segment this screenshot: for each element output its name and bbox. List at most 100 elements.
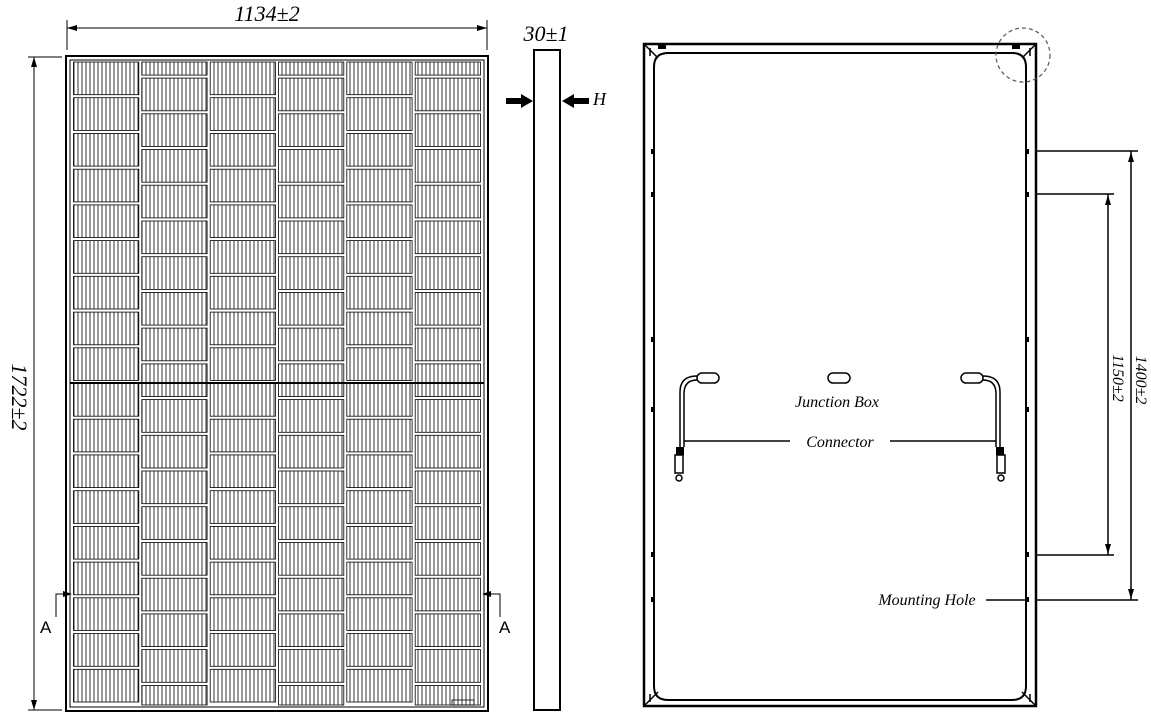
solar-cell — [209, 633, 276, 667]
solar-cell — [278, 506, 345, 540]
junction-box-left — [696, 372, 720, 384]
solar-cell — [73, 633, 140, 667]
solar-cell — [141, 613, 208, 648]
solar-cell — [209, 597, 276, 631]
detail-circle — [995, 27, 1051, 83]
hole-left-4 — [651, 407, 654, 412]
solar-cell — [414, 434, 481, 469]
junction-box-right — [960, 372, 984, 384]
hole-left-2 — [651, 192, 654, 197]
hole-right-2 — [1026, 192, 1029, 197]
hole-left-3 — [651, 337, 654, 342]
front-view: 1134±2 1722±2 A A — [7, 1, 511, 712]
solar-cell — [346, 97, 413, 131]
solar-cell — [209, 526, 276, 560]
solar-cell — [414, 363, 481, 397]
solar-cell — [346, 561, 413, 596]
solar-cell — [73, 275, 140, 310]
solar-cell — [73, 311, 140, 346]
junction-box-center — [827, 372, 851, 384]
side-profile — [533, 49, 561, 711]
solar-cell — [346, 597, 413, 631]
solar-cell — [278, 256, 345, 290]
solar-cell — [278, 613, 345, 648]
solar-cell — [346, 418, 413, 453]
solar-cell — [73, 132, 140, 167]
solar-cell — [414, 542, 481, 576]
solar-cell — [346, 240, 413, 274]
section-marker-left: A — [40, 591, 72, 637]
panel-drawing: 1134±2 1722±2 A A 30±1 H Junction Box Co… — [7, 1, 1149, 712]
solar-cell — [346, 311, 413, 346]
solar-cell — [141, 113, 208, 147]
solar-cell — [141, 363, 208, 397]
hole-left-1 — [651, 149, 654, 154]
solar-cell — [209, 311, 276, 346]
solar-cell — [209, 61, 276, 96]
solar-cell — [346, 204, 413, 238]
solar-cell — [414, 61, 481, 76]
corner-brackets — [643, 43, 1037, 707]
solar-cell — [209, 168, 276, 203]
height-dimension-label: 1722±2 — [7, 363, 32, 430]
section-label-right: A — [499, 618, 511, 637]
solar-cell — [141, 220, 208, 255]
solar-cell — [209, 383, 276, 417]
solar-cell — [414, 399, 481, 433]
solar-cell — [346, 61, 413, 96]
solar-cell — [73, 597, 140, 631]
solar-cell — [209, 454, 276, 488]
solar-cell — [141, 542, 208, 576]
thickness-dimension-label: 30±1 — [522, 21, 568, 46]
hole-right-3 — [1026, 337, 1029, 342]
solar-cell — [346, 383, 413, 417]
solar-cell — [209, 347, 276, 381]
solar-cell — [414, 256, 481, 290]
solar-cell — [141, 685, 208, 706]
section-label-left: A — [40, 618, 52, 637]
solar-cell — [414, 149, 481, 183]
solar-cell — [73, 490, 140, 524]
solar-cell — [73, 61, 140, 96]
solar-cell — [346, 526, 413, 560]
solar-cell — [278, 685, 345, 706]
width-dimension: 1134±2 — [66, 1, 488, 50]
solar-cell — [73, 668, 140, 703]
solar-cell — [346, 668, 413, 703]
mounting-hole-label: Mounting Hole — [877, 592, 975, 609]
solar-cell — [278, 220, 345, 255]
solar-cell — [414, 327, 481, 362]
solar-cell — [73, 168, 140, 203]
thickness-arrow-left — [506, 94, 533, 108]
side-view: 30±1 H — [506, 21, 607, 711]
solar-cell — [141, 649, 208, 683]
solar-cell — [414, 506, 481, 540]
solar-cell — [209, 240, 276, 274]
hole-left-5 — [651, 552, 654, 557]
solar-cell — [346, 454, 413, 488]
inner-spacing-label: 1150±2 — [1109, 354, 1126, 402]
corner-slot-right — [1012, 45, 1020, 49]
solar-cell — [346, 132, 413, 167]
junction-box-label: Junction Box — [795, 394, 879, 411]
junction-boxes — [696, 372, 984, 384]
height-dimension: 1722±2 — [7, 56, 62, 711]
solar-cell — [141, 256, 208, 290]
solar-cell — [414, 220, 481, 255]
solar-cell — [209, 97, 276, 131]
solar-cell — [209, 668, 276, 703]
hole-right-6 — [1026, 597, 1029, 602]
solar-cell — [278, 327, 345, 362]
solar-cell — [414, 184, 481, 219]
solar-cell — [73, 561, 140, 596]
solar-cell — [209, 132, 276, 167]
solar-cell — [141, 470, 208, 505]
connector-label: Connector — [806, 434, 874, 451]
solar-cell — [73, 526, 140, 560]
solar-cell — [414, 649, 481, 683]
solar-cell — [346, 490, 413, 524]
solar-cell — [73, 97, 140, 131]
rear-view: Junction Box Connector Mounting Hole 140… — [642, 27, 1149, 708]
solar-cell — [141, 61, 208, 76]
solar-cell — [141, 77, 208, 112]
